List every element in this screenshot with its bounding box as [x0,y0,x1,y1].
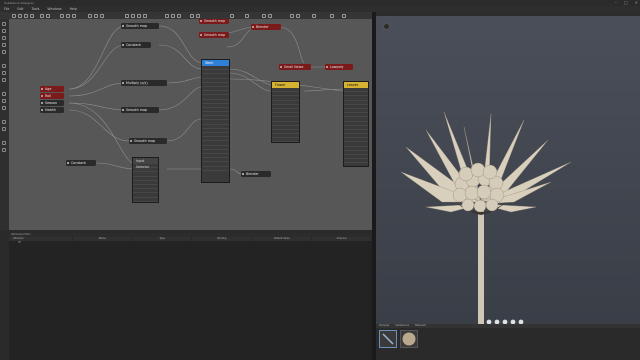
shelf-panel: Samples Substances Materials [376,324,640,360]
smooth-map-node-red[interactable]: Smooth map [199,19,229,24]
node-label: Constant [126,43,141,47]
node-label: Smooth map [204,33,226,37]
camera-tool-icon[interactable] [2,99,6,103]
node-label: Roll [45,94,51,98]
export-icon[interactable] [296,13,300,18]
brush-icon[interactable] [2,43,6,47]
pan-icon[interactable] [2,29,6,33]
mesh-icon[interactable] [2,78,6,82]
scale-tool-icon[interactable] [30,13,34,18]
flower-node-panel[interactable]: Flower [271,81,300,143]
smooth-map-node[interactable]: Smooth map [121,23,159,29]
node-icon[interactable] [2,64,6,68]
node-label: Small Noise [284,65,304,69]
multiply-node[interactable]: Multiply (x/y) [121,80,167,86]
camera-icon[interactable] [143,13,147,18]
pointer-icon[interactable] [2,22,6,26]
node-graph[interactable]: Age Roll Season Health Smooth map Consta… [9,19,372,230]
node-label: Constant [71,161,86,165]
table-row[interactable]: fld [10,241,40,245]
input-node-season[interactable]: Season [40,100,64,106]
smooth-map-node-red[interactable]: Smooth map [199,32,229,38]
brush-stroke-icon [382,333,394,345]
node-label: Season [45,101,57,105]
light-icon[interactable] [2,92,6,96]
shelf-item-material[interactable] [400,330,418,348]
node-label: Smooth map [126,24,148,28]
small-noise-node[interactable]: Small Noise [279,64,311,70]
node-label: Smooth map [134,139,156,143]
expand-icon[interactable] [342,13,346,18]
grid-icon[interactable] [125,13,129,18]
redo-icon[interactable] [46,13,50,18]
tab-materials[interactable]: Materials [415,324,426,328]
input-selector-panel[interactable]: Input Selector [132,157,159,203]
zoom-in-icon[interactable] [165,13,169,18]
constant-node[interactable]: Constant [121,42,151,48]
node-label: Multiply (x/y) [126,81,148,85]
leaves-node-panel[interactable]: Leaves [343,81,369,167]
node-label: Smooth map [204,19,226,23]
link-icon[interactable] [131,13,135,18]
node-label: Health [45,108,56,112]
eraser-icon[interactable] [2,50,6,54]
node-label: Blender [256,25,269,29]
flower-model [400,111,572,324]
constant-node[interactable]: Constant [66,160,96,166]
shelf-footer [379,352,639,358]
input-node-roll[interactable]: Roll [40,93,64,99]
attributes-table: fld [9,241,372,360]
fit-view-icon[interactable] [177,13,181,18]
grid-tool-icon[interactable] [2,148,6,152]
measure-icon[interactable] [2,141,6,145]
menu-icon[interactable] [312,13,316,18]
zoom-out-icon[interactable] [171,13,175,18]
lower-left-strip [0,233,9,360]
node-label: Blender [246,172,259,176]
blender-node[interactable]: Blender [241,171,271,177]
move-tool-icon[interactable] [18,13,22,18]
settings-icon[interactable] [196,13,200,18]
pin-icon[interactable] [137,13,141,18]
record-icon[interactable] [245,13,249,18]
curve-icon[interactable] [2,71,6,75]
align-icon[interactable] [66,13,70,18]
uv-icon[interactable] [2,127,6,131]
undo-icon[interactable] [40,13,44,18]
filter-icon[interactable] [268,13,272,18]
eye-icon[interactable] [262,13,266,18]
snap-icon[interactable] [72,13,76,18]
stem-node-panel[interactable]: Stem [201,59,230,183]
input-node-health[interactable]: Health [40,107,64,113]
rotate-tool-icon[interactable] [24,13,28,18]
smooth-map-node[interactable]: Smooth map [129,138,167,144]
graph-connections [68,25,344,175]
viewport-rating-dots [486,319,524,324]
comment-icon[interactable] [94,13,98,18]
input-node-age[interactable]: Age [40,86,64,92]
node-label: Lowpoly [330,65,344,69]
tab-samples[interactable]: Samples [379,324,389,328]
3d-viewport[interactable] [376,12,640,324]
smooth-map-node[interactable]: Smooth map [121,107,159,113]
layer-icon[interactable] [190,13,194,18]
node-label: Age [45,87,52,91]
help-icon[interactable] [330,13,334,18]
select-tool-icon[interactable] [12,13,16,18]
node-add-icon[interactable] [88,13,92,18]
material-sphere-icon [402,332,416,346]
node-label: Smooth map [126,108,148,112]
shelf-item-tool[interactable] [379,330,397,348]
texture-icon[interactable] [2,120,6,124]
material-icon[interactable] [2,106,6,110]
lowpoly-node[interactable]: Lowpoly [325,64,353,70]
compute-icon[interactable] [290,13,294,18]
pen-icon[interactable] [2,36,6,40]
tab-substances[interactable]: Substances [395,324,409,328]
frame-icon[interactable] [60,13,64,18]
blender-node-red[interactable]: Blender [251,24,281,30]
play-icon[interactable] [230,13,234,18]
frame-add-icon[interactable] [100,13,104,18]
window-title: Substance Designer [4,1,35,5]
